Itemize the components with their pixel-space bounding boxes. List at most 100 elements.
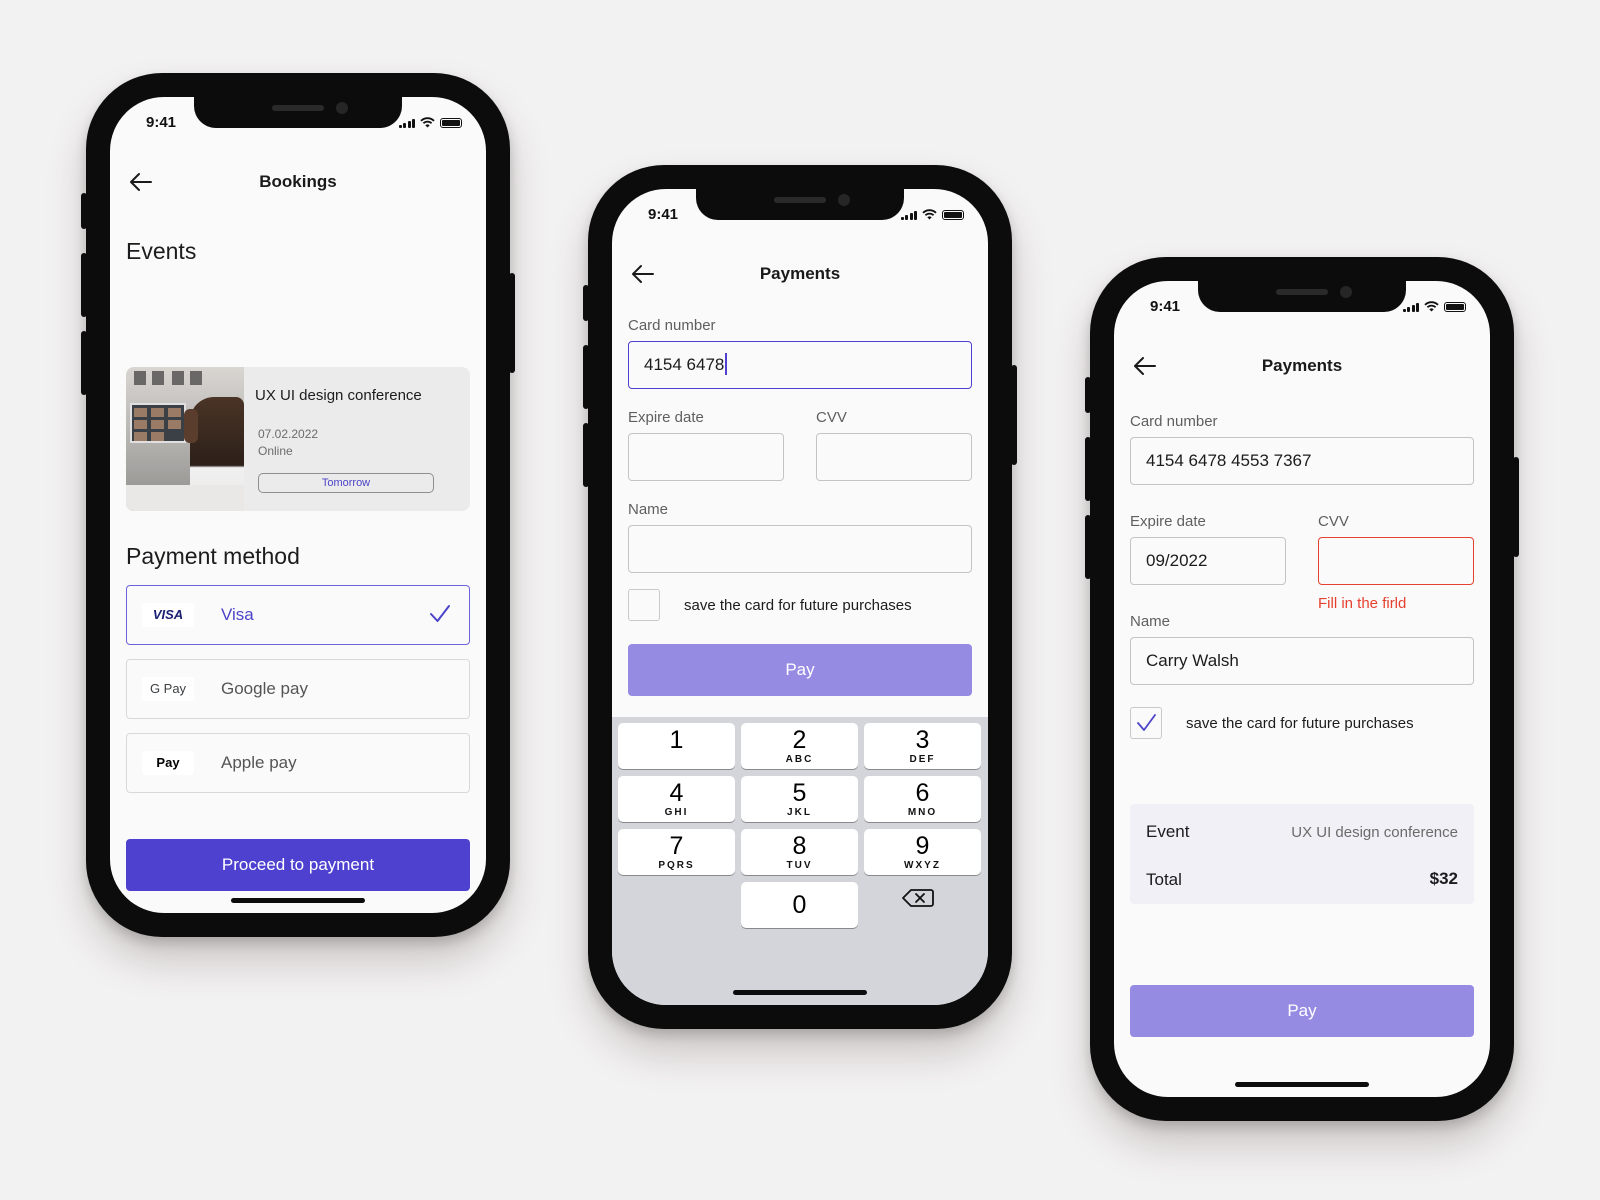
notch (194, 97, 402, 128)
payment-option-label: Visa (221, 605, 254, 624)
phone-payments-entry: 9:41 Payments Card number 4154 6478 Expi… (583, 165, 1017, 1029)
event-title: UX UI design conference (255, 387, 422, 404)
backspace-icon[interactable] (897, 883, 939, 913)
keypad-key-2[interactable]: 2 ABC (741, 723, 858, 769)
save-card-checkbox[interactable] (628, 589, 660, 621)
expire-date-input[interactable]: 09/2022 (1130, 537, 1286, 585)
card-number-input[interactable]: 4154 6478 (628, 341, 972, 389)
key-letters: JKL (787, 807, 812, 818)
keypad-key-8[interactable]: 8 TUV (741, 829, 858, 875)
key-letters: MNO (907, 807, 938, 818)
numeric-keypad: 1 2 ABC 3 DEF 4 GHI 5 JKL 6 MNO 7 PQRS 8 TUV 9W… (612, 717, 988, 1005)
notch (696, 189, 904, 220)
page-title: Payments (1261, 356, 1343, 375)
payment-option-google-pay[interactable]: G Pay Google pay (126, 659, 470, 719)
payment-option-label: Apple pay (221, 753, 297, 772)
key-digit: 8 (792, 832, 807, 860)
battery-icon (1444, 302, 1466, 312)
name-input[interactable]: Carry Walsh (1130, 637, 1474, 685)
key-digit: 1 (669, 726, 684, 754)
power-button (509, 273, 515, 373)
cvv-label: CVV (816, 409, 847, 426)
wifi-icon (1424, 301, 1439, 312)
payments-review-screen: 9:41 Payments Card number 4154 6478 4553… (1114, 281, 1490, 1097)
save-card-checkbox[interactable] (1130, 707, 1162, 739)
visa-logo-icon: VISA (142, 603, 194, 627)
keypad-key-4[interactable]: 4 GHI (618, 776, 735, 822)
volume-down-button (1085, 515, 1091, 579)
key-letters: DEF (909, 754, 936, 765)
status-time: 9:41 (648, 206, 679, 223)
pay-button[interactable]: Pay (1130, 985, 1474, 1037)
save-card-label: save the card for future purchases (1186, 715, 1414, 732)
event-status-badge: Tomorrow (258, 473, 434, 493)
name-input[interactable] (628, 525, 972, 573)
power-button (1513, 457, 1519, 557)
volume-up-button (583, 345, 589, 409)
payment-option-label: Google pay (221, 679, 308, 698)
key-digit: 4 (669, 779, 684, 807)
wifi-icon (922, 209, 937, 220)
events-heading: Events (126, 238, 197, 264)
order-summary: Event UX UI design conference Total $32 (1130, 804, 1474, 904)
summary-total-value: $32 (1429, 869, 1458, 888)
payment-method-heading: Payment method (126, 543, 300, 569)
key-digit: 3 (915, 726, 930, 754)
google-pay-logo-icon: G Pay (142, 677, 194, 701)
nav-bar: Bookings (110, 167, 486, 197)
key-letters: TUV (786, 860, 813, 871)
key-letters: WXYZ (904, 860, 941, 871)
battery-icon (440, 118, 462, 128)
keypad-key-6[interactable]: 6 MNO (864, 776, 981, 822)
proceed-to-payment-button[interactable]: Proceed to payment (126, 839, 470, 891)
save-card-label: save the card for future purchases (684, 597, 912, 614)
text-caret (725, 353, 728, 376)
expire-date-label: Expire date (628, 409, 704, 426)
keypad-key-5[interactable]: 5 JKL (741, 776, 858, 822)
pay-button[interactable]: Pay (628, 644, 972, 696)
cvv-error-message: Fill in the firld (1318, 595, 1407, 612)
cvv-input[interactable] (1318, 537, 1474, 585)
keypad-key-3[interactable]: 3 DEF (864, 723, 981, 769)
checkmark-icon (1137, 714, 1156, 731)
key-digit: 5 (792, 779, 807, 807)
home-indicator (733, 990, 867, 995)
mute-switch (81, 193, 87, 229)
bookings-screen: 9:41 Bookings Events UX UI design confer… (110, 97, 486, 913)
battery-icon (942, 210, 964, 220)
key-digit: 0 (792, 891, 807, 919)
status-icons (398, 117, 462, 128)
summary-event-label: Event (1146, 822, 1190, 841)
event-card[interactable]: UX UI design conference 07.02.2022 Onlin… (126, 367, 470, 511)
cvv-label: CVV (1318, 513, 1349, 530)
volume-up-button (81, 253, 87, 317)
name-label: Name (1130, 613, 1171, 630)
key-letters: PQRS (658, 860, 695, 871)
expire-date-label: Expire date (1130, 513, 1206, 530)
payment-option-apple-pay[interactable]: Pay Apple pay (126, 733, 470, 793)
phone-bookings: 9:41 Bookings Events UX UI design confer… (81, 73, 515, 937)
expire-date-input[interactable] (628, 433, 784, 481)
key-digit: 2 (792, 726, 807, 754)
card-number-label: Card number (628, 317, 716, 334)
card-number-value: 4154 6478 (644, 355, 725, 374)
volume-down-button (81, 331, 87, 395)
status-icons (900, 209, 964, 220)
nav-bar: Payments (1114, 351, 1490, 381)
keypad-key-1[interactable]: 1 (618, 723, 735, 769)
cellular-signal-icon (900, 210, 917, 220)
keypad-key-9[interactable]: 9 WXYZ (864, 829, 981, 875)
key-letters: GHI (664, 807, 689, 818)
keypad-key-0[interactable]: 0 (741, 882, 858, 928)
payment-option-visa[interactable]: VISA Visa (126, 585, 470, 645)
page-title: Payments (759, 264, 841, 283)
card-number-input[interactable]: 4154 6478 4553 7367 (1130, 437, 1474, 485)
power-button (1011, 365, 1017, 465)
key-digit: 6 (915, 779, 930, 807)
cvv-input[interactable] (816, 433, 972, 481)
payments-entry-screen: 9:41 Payments Card number 4154 6478 Expi… (612, 189, 988, 1005)
nav-bar: Payments (612, 259, 988, 289)
keypad-key-7[interactable]: 7 PQRS (618, 829, 735, 875)
home-indicator (1235, 1082, 1369, 1087)
status-time: 9:41 (146, 114, 177, 131)
